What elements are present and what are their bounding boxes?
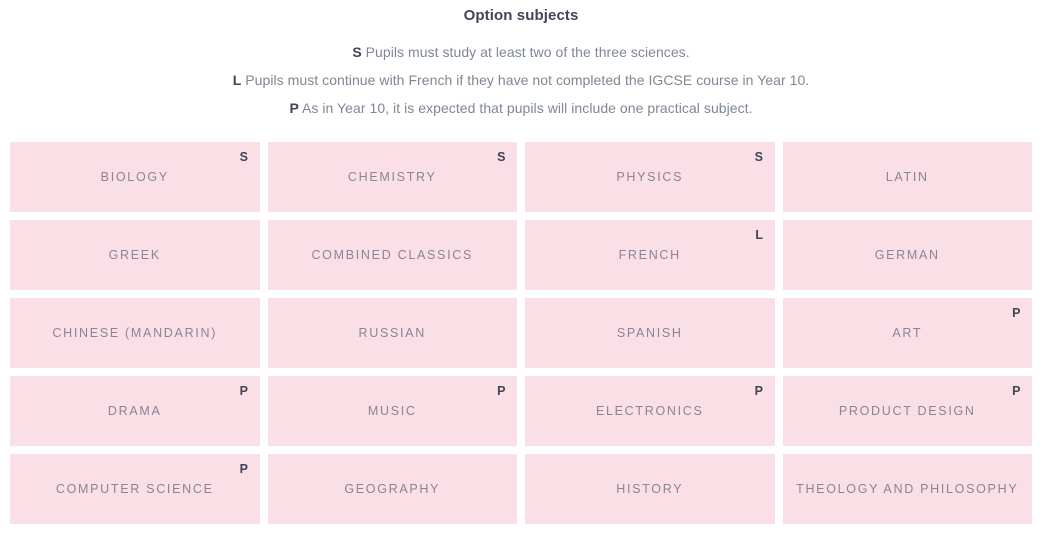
page-title: Option subjects [463, 7, 579, 24]
legend-key: P [289, 100, 299, 116]
subject-tile[interactable]: P COMPUTER SCIENCE [10, 454, 260, 524]
subject-tile[interactable]: P DRAMA [10, 376, 260, 446]
subject-tile[interactable]: L FRENCH [525, 220, 775, 290]
subject-tile[interactable]: GEOGRAPHY [267, 454, 517, 524]
subject-marker: P [1012, 384, 1021, 398]
option-subjects-page: Option subjects S Pupils must study at l… [0, 0, 1042, 536]
subject-tile[interactable]: S CHEMISTRY [267, 142, 517, 212]
legend-description: As in Year 10, it is expected that pupil… [298, 100, 753, 116]
subject-tile[interactable]: P ART [782, 298, 1032, 368]
subject-label: SPANISH [616, 326, 683, 340]
subject-label: CHINESE (MANDARIN) [52, 326, 218, 340]
legend-line: S Pupils must study at least two of the … [0, 38, 1042, 66]
subject-tile[interactable]: P PRODUCT DESIGN [782, 376, 1032, 446]
subject-label: MUSIC [367, 404, 417, 418]
subject-label: DRAMA [107, 404, 162, 418]
subject-tile[interactable]: COMBINED CLASSICS [267, 220, 517, 290]
legend-line: L Pupils must continue with French if th… [0, 66, 1042, 94]
subject-marker: P [239, 384, 249, 398]
subject-tile[interactable]: S BIOLOGY [10, 142, 260, 212]
subject-marker: S [754, 150, 764, 164]
subject-label: COMBINED CLASSICS [311, 248, 474, 262]
subject-label: ART [892, 326, 923, 340]
subject-label: PHYSICS [616, 170, 684, 184]
subject-label: THEOLOGY AND PHILOSOPHY [796, 482, 1019, 496]
subject-tile[interactable]: P ELECTRONICS [525, 376, 775, 446]
subject-label: GERMAN [874, 248, 940, 262]
subject-tile[interactable]: RUSSIAN [267, 298, 517, 368]
subject-tile[interactable]: GERMAN [782, 220, 1032, 290]
subject-marker: P [497, 384, 506, 398]
subject-label: RUSSIAN [358, 326, 426, 340]
subject-marker: P [1012, 306, 1021, 320]
subject-label: BIOLOGY [100, 170, 169, 184]
subject-label: COMPUTER SCIENCE [55, 482, 214, 496]
subject-label: ELECTRONICS [595, 404, 704, 418]
subject-label: HISTORY [616, 482, 684, 496]
subject-label: LATIN [885, 170, 929, 184]
subject-tile[interactable]: GREEK [10, 220, 260, 290]
page-header: Option subjects S Pupils must study at l… [0, 0, 1042, 122]
subject-tile[interactable]: CHINESE (MANDARIN) [10, 298, 260, 368]
subject-tile[interactable]: SPANISH [525, 298, 775, 368]
subject-marker: P [239, 462, 249, 476]
subject-marker: P [754, 384, 764, 398]
legend-key: S [352, 44, 362, 60]
legend-description: Pupils must continue with French if they… [241, 72, 810, 88]
subject-tile[interactable]: S PHYSICS [525, 142, 775, 212]
subject-marker: S [497, 150, 506, 164]
legend-line: P As in Year 10, it is expected that pup… [0, 94, 1042, 122]
subject-tile[interactable]: P MUSIC [267, 376, 517, 446]
subject-label: GREEK [108, 248, 161, 262]
subject-marker: S [239, 150, 249, 164]
subject-marker: L [755, 228, 764, 242]
subject-label: FRENCH [618, 248, 681, 262]
subject-label: PRODUCT DESIGN [838, 404, 976, 418]
subject-tile[interactable]: HISTORY [525, 454, 775, 524]
subject-label: CHEMISTRY [347, 170, 437, 184]
subject-label: GEOGRAPHY [344, 482, 441, 496]
legend: S Pupils must study at least two of the … [0, 38, 1042, 122]
legend-description: Pupils must study at least two of the th… [361, 44, 690, 60]
subject-tile[interactable]: LATIN [782, 142, 1032, 212]
subject-tile[interactable]: THEOLOGY AND PHILOSOPHY [782, 454, 1032, 524]
subject-grid: S BIOLOGY S CHEMISTRY S PHYSICS LATIN GREEK COMB… [10, 142, 1032, 524]
